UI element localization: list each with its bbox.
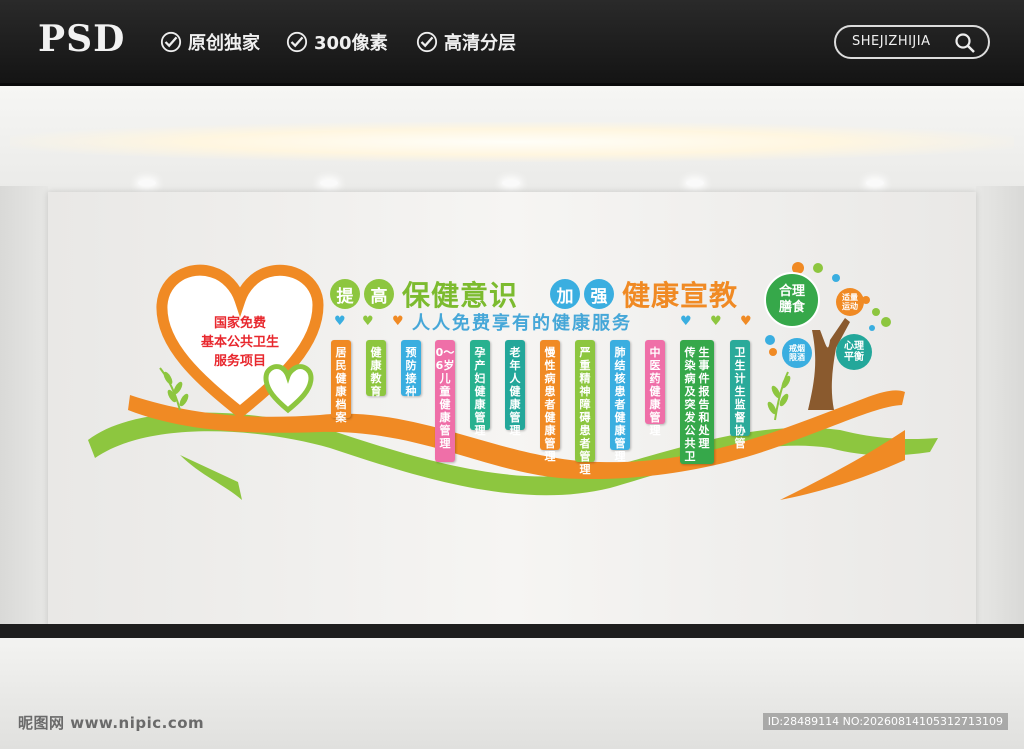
headline-right: 加 强 健康宣教 — [550, 274, 738, 314]
heart-icon: ♥ — [710, 314, 722, 329]
heart-line: 基本公共卫生 — [200, 335, 279, 350]
heart-icon: ♥ — [680, 314, 692, 329]
headline-left-text: 保健意识 — [402, 279, 519, 312]
service-caption: 中医药健康管理 — [645, 340, 665, 437]
left-leaf-sprig — [159, 367, 189, 411]
service-caption: 老年人健康管理 — [505, 340, 525, 437]
heart-line: 服务项目 — [213, 354, 266, 369]
heart-icon: ♥ — [334, 314, 346, 329]
tree-dot — [769, 348, 777, 356]
service-caption: 肺结核患者健康管理 — [610, 340, 630, 463]
service-caption: 健康教育 — [366, 340, 386, 398]
heart-caption: 国家免费 基本公共卫生 服务项目 — [190, 314, 290, 371]
tree-dot — [872, 308, 880, 316]
bubble-label: 合理膳食 — [778, 284, 805, 315]
service-caption: 0～6岁儿童健康管理 — [435, 340, 455, 462]
service-caption: 严重精神障碍患者管理 — [575, 340, 595, 476]
heart-icon: ♥ — [392, 314, 404, 329]
small-green-heart — [263, 364, 314, 414]
tree-dot — [881, 317, 891, 327]
service-caption: 慢性病患者健康管理 — [540, 340, 560, 463]
subtitle: 人人免费享有的健康服务 — [412, 313, 632, 334]
service-caption-column: 传染病及突发公共卫 — [684, 346, 696, 463]
headline-char-circle: 强 — [584, 279, 614, 309]
tree-dot — [765, 335, 775, 345]
bubble-label: 戒烟限酒 — [789, 344, 805, 362]
service-caption-column: 生事件报告和处理 — [698, 346, 710, 450]
tree-bubble: 戒烟限酒 — [782, 338, 812, 368]
service-caption: 预防接种 — [401, 340, 421, 398]
image-id: ID:28489114 NO:20260814105312713109 — [762, 713, 1008, 730]
green-ribbon-tail-left — [180, 455, 242, 500]
service-caption: 传染病及突发公共卫生事件报告和处理 — [680, 340, 714, 464]
tree-dot — [813, 263, 823, 273]
right-leaf-sprig — [767, 371, 791, 421]
service-caption: 孕产妇健康管理 — [470, 340, 490, 437]
tree-dot — [869, 325, 875, 331]
tree-bubble: 心理平衡 — [836, 334, 872, 370]
site-watermark: 昵图网 www.nipic.com — [18, 714, 205, 732]
heart-line: 国家免费 — [213, 316, 266, 331]
service-caption: 卫生计生监督协管 — [730, 340, 750, 450]
tree-dot — [832, 274, 840, 282]
headline-char-circle: 加 — [550, 279, 580, 309]
headline-char-circle: 高 — [364, 279, 394, 309]
tree-bubble: 适量运动 — [836, 288, 864, 316]
tree-bubble-main: 合理膳食 — [764, 272, 820, 328]
heart-icon: ♥ — [362, 314, 374, 329]
bubble-label: 心理平衡 — [844, 341, 864, 363]
headline-left: 提 高 保健意识 — [330, 274, 518, 314]
service-caption: 居民健康档案 — [331, 340, 351, 424]
bubble-label: 适量运动 — [842, 293, 858, 311]
heart-icon: ♥ — [740, 314, 752, 329]
headline-char-circle: 提 — [330, 279, 360, 309]
headline-right-text: 健康宣教 — [622, 279, 739, 312]
